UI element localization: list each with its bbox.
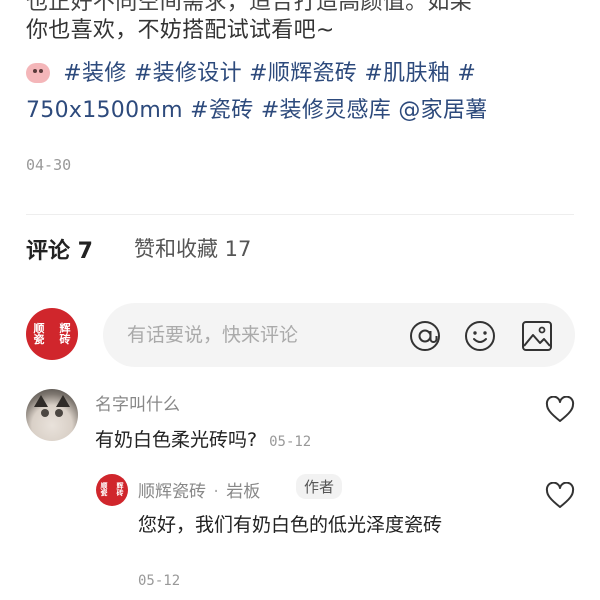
logo-char: 瓷 [100,489,108,497]
mention-link[interactable]: @家居薯 [398,98,487,123]
logo-char: 瓷 [33,333,45,346]
commenter-avatar[interactable] [26,389,78,441]
divider [26,214,574,215]
separator-dot: · [213,482,219,502]
hashtag-link[interactable]: #顺辉瓷砖 [249,61,357,86]
avatar-ear [56,395,70,407]
smiley-icon[interactable] [462,318,498,354]
reply-author[interactable]: 顺辉瓷砖 · 岩板 [138,477,260,502]
comment-author[interactable]: 名字叫什么 [95,390,180,415]
avatar-eye [41,409,49,417]
reply-author-avatar[interactable]: 顺 辉 瓷 砖 [96,474,128,506]
logo-char: 砖 [116,489,124,497]
hashtag-link[interactable]: #瓷砖 [190,98,253,123]
comment-time: 05-12 [269,434,312,450]
current-user-avatar[interactable]: 顺 辉 瓷 砖 [26,308,78,360]
author-badge: 作者 [296,474,343,499]
hashtag-link[interactable]: #装修灵感库 [261,98,391,123]
hashtag-link[interactable]: #肌肤釉 [364,61,450,86]
reply-time: 05-12 [138,573,181,589]
hashtag-link[interactable]: #装修设计 [134,61,242,86]
reply-author-tag: 岩板 [226,482,261,502]
post-text-line-2: 你也喜欢，不妨搭配试试看吧~ [26,18,335,43]
avatar-eye [55,409,63,417]
tab-likes-and-saves[interactable]: 赞和收藏 17 [134,233,251,263]
heart-icon[interactable] [545,395,575,428]
post-tags-line-2: 750x1500mm #瓷砖 #装修灵感库 @家居薯 [26,92,488,124]
heart-icon[interactable] [545,481,575,514]
reply-author-name: 顺辉瓷砖 [138,482,206,502]
hashtag-link[interactable]: # [457,61,476,86]
post-tags-line-1: #装修 #装修设计 #顺辉瓷砖 #肌肤釉 # [26,55,476,87]
image-icon[interactable] [519,318,555,354]
logo-char: 砖 [59,333,71,346]
comment-body: 有奶白色柔光砖吗? [95,429,258,451]
pig-emoji-icon [26,63,50,83]
tab-comments[interactable]: 评论 7 [26,233,93,265]
avatar-ear [34,395,48,407]
hashtag-link[interactable]: 750x1500mm [26,98,183,123]
post-date: 04-30 [26,156,72,174]
comment-input[interactable] [103,303,575,367]
at-icon[interactable] [407,318,443,354]
reply-text[interactable]: 您好，我们有奶白色的低光泽度瓷砖 [138,510,518,540]
comment-text[interactable]: 有奶白色柔光砖吗? 05-12 [95,425,311,452]
hashtag-link[interactable]: #装修 [63,61,126,86]
